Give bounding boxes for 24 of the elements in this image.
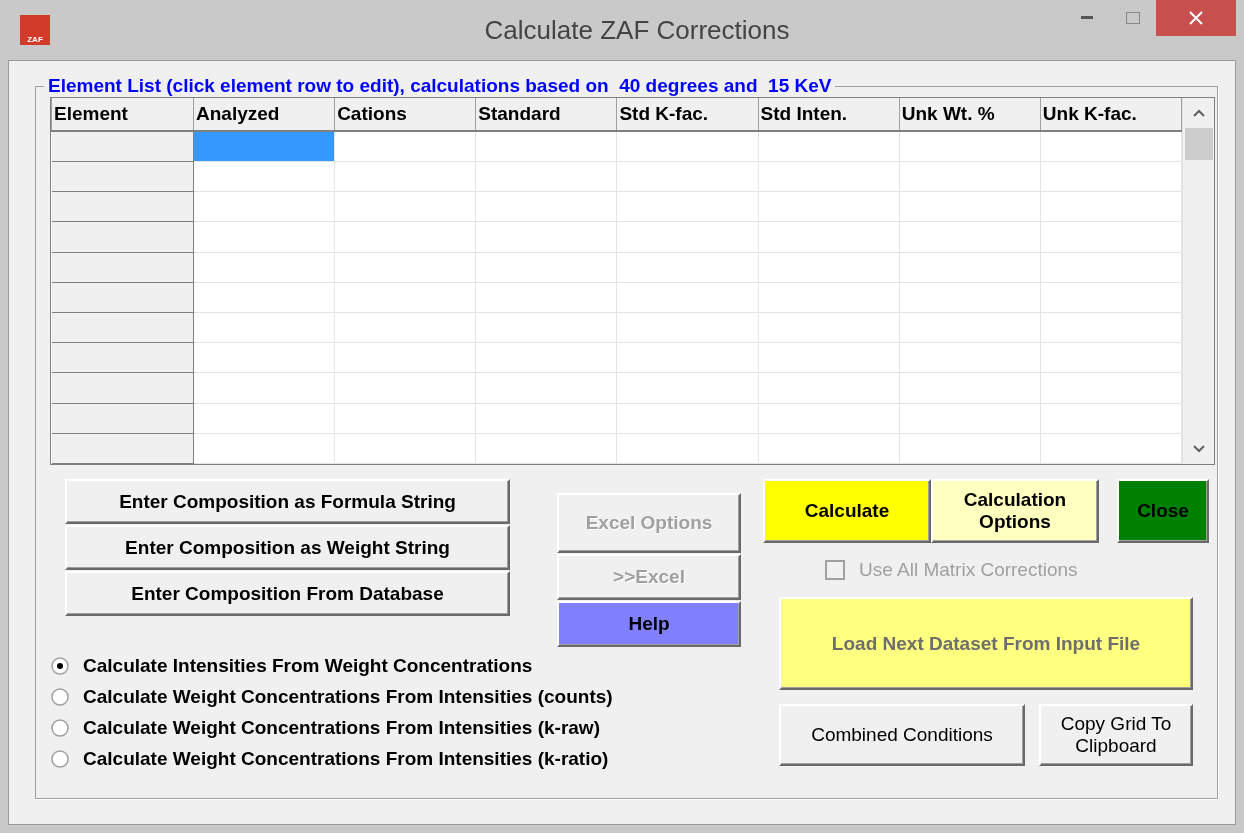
action-button[interactable]: Calculation Options	[931, 479, 1099, 543]
column-header[interactable]: Std Inten.	[758, 98, 900, 132]
column-header[interactable]: Analyzed	[193, 98, 335, 132]
column-header[interactable]: Std K-fac.	[616, 98, 759, 132]
window-title: Calculate ZAF Corrections	[483, 14, 791, 46]
column-header[interactable]: Element	[51, 98, 194, 132]
radio-label[interactable]: Calculate Weight Concentrations From Intensities (k-raw)	[83, 717, 600, 739]
radio-label[interactable]: Calculate Intensities From Weight Concentrations	[83, 655, 533, 677]
action-button[interactable]: Close	[1117, 479, 1209, 543]
radio-label[interactable]: Calculate Weight Concentrations From Intensities (k-ratio)	[83, 748, 609, 770]
composition-button[interactable]: Enter Composition as Weight String	[65, 525, 510, 570]
composition-button[interactable]: Enter Composition From Database	[65, 571, 510, 616]
radio-label[interactable]: Calculate Weight Concentrations From Intensities (counts)	[83, 686, 613, 708]
column-header[interactable]: Unk K-fac.	[1040, 98, 1182, 132]
excel-button[interactable]: Help	[557, 601, 741, 647]
utility-button[interactable]: Copy Grid To Clipboard	[1039, 704, 1193, 766]
group-legend: Element List (click element row to edit), calculations based on 40 degrees and 15 KeV	[44, 75, 836, 97]
column-header[interactable]: Unk Wt. %	[899, 98, 1041, 132]
logo-text: ZAF	[27, 35, 43, 45]
composition-button[interactable]: Enter Composition as Formula String	[65, 479, 510, 524]
utility-button[interactable]: Combined Conditions	[779, 704, 1025, 766]
column-header[interactable]: Cations	[334, 98, 476, 132]
action-button[interactable]: Calculate	[763, 479, 931, 543]
column-header[interactable]: Standard	[475, 98, 617, 132]
